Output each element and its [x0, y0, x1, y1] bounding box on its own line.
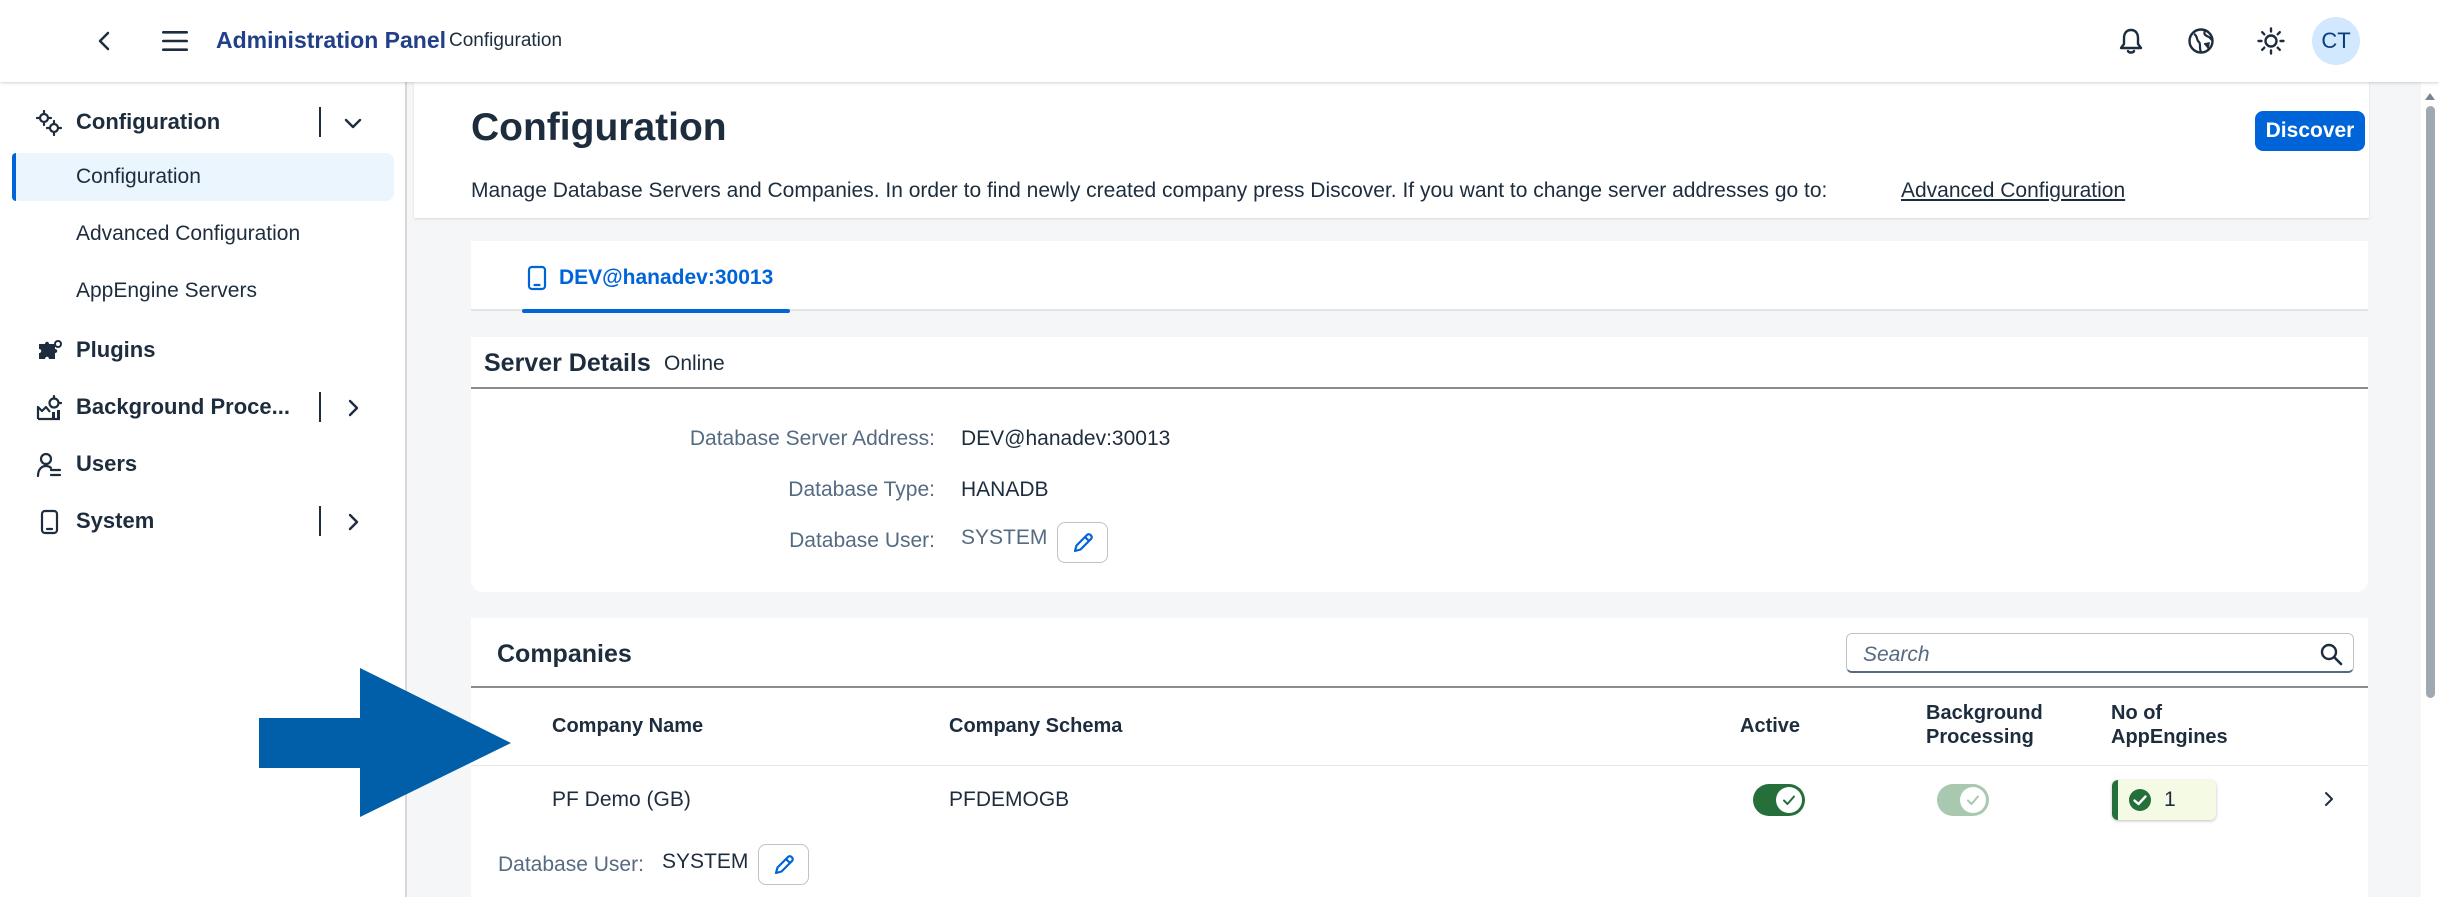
switch-knob [1960, 787, 1986, 813]
sidebar-item-background-processing[interactable]: Background Proce... [0, 382, 405, 432]
user-icon [36, 452, 62, 478]
page-header: Configuration Discover Manage Database S… [414, 82, 2369, 218]
language-button[interactable] [2181, 21, 2221, 61]
sidebar-subitem-configuration[interactable]: Configuration [12, 153, 394, 201]
switch-knob [1776, 787, 1802, 813]
sidebar-item-users[interactable]: Users [0, 439, 405, 489]
companies-header: Companies Search [471, 618, 2368, 688]
database-type-value: HANADB [961, 478, 1049, 501]
row-database-user-label: Database User: [498, 853, 644, 876]
sidebar-item-label: Users [76, 451, 138, 476]
appengines-status[interactable]: 1 [2112, 780, 2216, 820]
server-details-form: Database Server Address: DEV@hanadev:300… [471, 389, 2368, 592]
sidebar-subitem-label: Configuration [76, 165, 201, 188]
active-switch[interactable] [1753, 784, 1805, 816]
sun-icon [2257, 27, 2285, 55]
app-subtitle: Configuration [449, 30, 563, 51]
user-avatar[interactable]: CT [2312, 17, 2360, 65]
section-title: Companies [497, 640, 632, 668]
database-user-label: Database User: [789, 529, 935, 552]
back-icon [98, 31, 110, 51]
gears-icon [36, 110, 62, 136]
scrollbar-thumb[interactable] [2426, 106, 2435, 698]
device-icon [527, 265, 547, 291]
pencil-icon [774, 854, 794, 874]
search-icon[interactable] [2319, 642, 2343, 666]
tab-label: DEV@hanadev:30013 [559, 266, 774, 289]
success-check-icon [2129, 789, 2151, 811]
sidebar-item-label: Plugins [76, 337, 156, 362]
chevron-right-icon[interactable] [340, 509, 366, 535]
server-address-value: DEV@hanadev:30013 [961, 427, 1171, 450]
chevron-right-icon[interactable] [2316, 786, 2342, 812]
menu-button[interactable] [155, 21, 195, 61]
column-header-line: Processing [1926, 726, 2034, 748]
column-header-background-processing[interactable]: Background Processing [1926, 701, 2043, 749]
discover-button[interactable]: Discover [2255, 111, 2365, 151]
chevron-down-icon[interactable] [340, 110, 366, 136]
column-header-active[interactable]: Active [1740, 714, 1800, 738]
bell-icon [2119, 28, 2143, 54]
row-database-user-value: SYSTEM [662, 850, 749, 873]
column-header-company-name[interactable]: Company Name [552, 714, 703, 738]
column-header-line: AppEngines [2111, 726, 2228, 748]
sidebar-item-configuration[interactable]: Configuration [0, 97, 405, 147]
page-title: Configuration [471, 106, 727, 149]
sidebar-subitem-label: Advanced Configuration [76, 222, 301, 245]
server-details-header: Server Details Online [471, 337, 2368, 389]
tab-dev-hanadev[interactable]: DEV@hanadev:30013 [522, 241, 790, 313]
check-icon [1783, 795, 1795, 805]
scroll-up-icon[interactable] [2424, 90, 2436, 102]
server-address-label: Database Server Address: [689, 427, 935, 450]
check-icon [1967, 795, 1979, 805]
companies-table-header: Company Name Company Schema Active Backg… [471, 688, 2368, 766]
column-header-no-of-appengines[interactable]: No of AppEngines [2111, 701, 2228, 749]
sidebar-subitem-appengine-servers[interactable]: AppEngine Servers [12, 267, 394, 315]
edit-database-user-button[interactable] [1057, 522, 1108, 563]
appengines-count: 1 [2164, 788, 2176, 811]
database-type-label: Database Type: [788, 478, 935, 501]
company-name-cell: PF Demo (GB) [552, 788, 691, 811]
companies-search-input[interactable]: Search [1846, 633, 2354, 673]
table-row[interactable]: PF Demo (GB) PFDEMOGB 1 Database User: S… [471, 766, 2368, 897]
pencil-icon [1073, 532, 1093, 552]
page-description: Manage Database Servers and Companies. I… [471, 179, 1828, 202]
sidebar-subitem-advanced-configuration[interactable]: Advanced Configuration [12, 210, 394, 258]
sidebar-item-system[interactable]: System [0, 496, 405, 546]
shell-bar: Administration Panel Configuration CT [0, 0, 2439, 82]
column-header-line: Background [1926, 702, 2043, 724]
pointer-arrow-annotation [259, 668, 511, 817]
advanced-configuration-link[interactable]: Advanced Configuration [1901, 179, 2125, 203]
sidebar-item-label: System [76, 508, 155, 533]
puzzle-icon [39, 340, 62, 359]
sidebar-item-plugins[interactable]: Plugins [0, 325, 405, 375]
process-icon [36, 395, 62, 421]
sidebar-subitem-label: AppEngine Servers [76, 279, 257, 302]
app-title[interactable]: Administration Panel [216, 27, 446, 54]
sidebar-item-label: Background Proce... [76, 394, 290, 419]
background-processing-switch[interactable] [1937, 784, 1989, 816]
chevron-right-icon[interactable] [340, 395, 366, 421]
column-header-line: No of [2111, 702, 2163, 724]
theme-button[interactable] [2251, 21, 2291, 61]
tab-selected-indicator [522, 309, 790, 313]
divider [319, 107, 321, 137]
column-header-company-schema[interactable]: Company Schema [949, 714, 1122, 738]
search-placeholder: Search [1863, 643, 1930, 666]
server-tab-bar: DEV@hanadev:30013 [471, 241, 2368, 313]
device-icon [40, 509, 59, 535]
menu-icon [162, 31, 188, 51]
section-title: Server Details [484, 349, 651, 377]
divider [319, 506, 321, 536]
database-user-value[interactable]: SYSTEM [961, 526, 1047, 550]
server-status: Online [664, 352, 725, 375]
notifications-button[interactable] [2111, 21, 2151, 61]
company-schema-cell: PFDEMOGB [949, 788, 1070, 811]
divider [319, 392, 321, 422]
sidebar-item-label: Configuration [76, 109, 221, 134]
back-button[interactable] [85, 21, 125, 61]
globe-icon [2188, 28, 2214, 54]
edit-row-database-user-button[interactable] [758, 844, 809, 885]
